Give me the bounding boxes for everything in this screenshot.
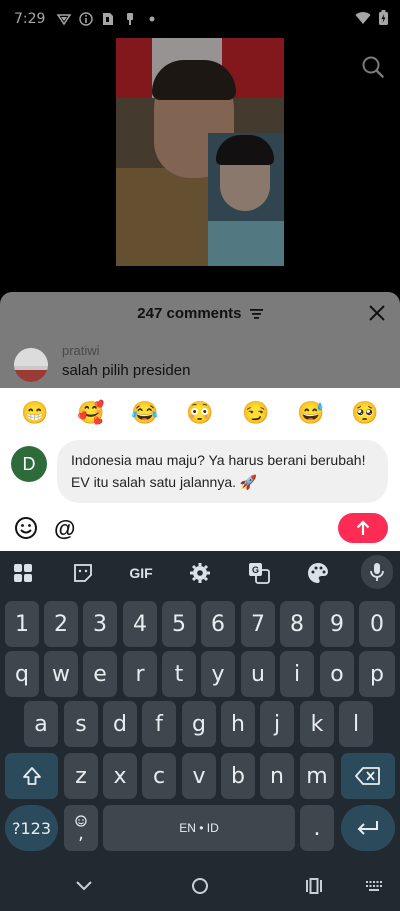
key-d[interactable]: d [103,701,137,747]
sticker-icon[interactable] [71,561,95,585]
emoji-button[interactable]: 🥰 [76,398,106,428]
user-avatar: D [11,446,47,482]
comma-label: , [78,823,84,844]
key-s[interactable]: s [64,701,98,747]
key-p[interactable]: p [359,651,395,697]
key-v[interactable]: v [182,753,216,799]
key-z[interactable]: z [64,753,98,799]
avatar-ground [14,370,48,382]
key-1[interactable]: 1 [5,601,39,647]
key-u[interactable]: u [241,651,275,697]
key-8[interactable]: 8 [280,601,314,647]
enter-key[interactable] [341,805,395,851]
space-key[interactable]: EN • ID [103,805,295,851]
svg-text:G: G [252,565,259,575]
key-n[interactable]: n [260,753,294,799]
key-l[interactable]: l [339,701,373,747]
avatar-sky [14,348,48,366]
avatar[interactable] [14,348,48,382]
comma-key[interactable]: , [64,805,98,851]
comment-text: salah pilih presiden [62,362,191,379]
key-4[interactable]: 4 [123,601,157,647]
key-x[interactable]: x [103,753,137,799]
enter-icon [357,821,378,835]
key-g[interactable]: g [182,701,216,747]
key-e[interactable]: e [83,651,117,697]
key-o[interactable]: o [320,651,354,697]
key-0[interactable]: 0 [359,601,395,647]
emoji-button[interactable]: 😏 [241,398,271,428]
key-r[interactable]: r [123,651,157,697]
key-3[interactable]: 3 [83,601,117,647]
key-f[interactable]: f [142,701,176,747]
settings-icon[interactable] [188,561,212,585]
shift-key[interactable] [5,753,58,799]
key-5[interactable]: 5 [162,601,196,647]
comments-sheet: 247 comments pratiwi salah pilih preside… [0,292,400,388]
comment-composer: 😁 🥰 😂 😳 😏 😅 🥺 D Indonesia mau maju? Ya h… [0,388,400,551]
mic-icon[interactable] [361,555,393,589]
key-6[interactable]: 6 [201,601,235,647]
emoji-button[interactable]: 😂 [130,398,160,428]
symbols-key[interactable]: ?123 [5,805,58,851]
keyboard-toolbar: GIF G [0,551,400,595]
shift-icon [22,767,41,785]
key-q[interactable]: q [5,651,39,697]
keyboard: GIF G 1 2 3 4 5 6 7 8 9 0 q w e r t y u … [0,551,400,851]
filter-icon[interactable] [249,306,263,323]
gif-button[interactable]: GIF [124,561,158,585]
home-icon[interactable] [190,877,210,895]
translate-icon[interactable]: G [247,561,271,585]
arrow-up-icon [356,520,370,535]
video-dim-overlay [0,0,400,292]
emoji-quick-bar: 😁 🥰 😂 😳 😏 😅 🥺 [0,398,400,428]
emoji-button[interactable]: 😅 [296,398,326,428]
key-i[interactable]: i [280,651,314,697]
key-7[interactable]: 7 [241,601,275,647]
send-button[interactable] [338,513,388,543]
key-t[interactable]: t [162,651,196,697]
navigation-bar [0,851,400,911]
emoji-button[interactable]: 😳 [185,398,215,428]
comments-count: 247 comments [137,305,242,322]
emoji-button[interactable]: 😁 [20,398,50,428]
recents-icon[interactable] [304,877,324,895]
apps-icon[interactable] [11,561,35,585]
comment-input[interactable]: Indonesia mau maju? Ya harus berani beru… [57,440,388,503]
mention-button[interactable]: @ [54,516,75,542]
key-c[interactable]: c [142,753,176,799]
key-a[interactable]: a [24,701,58,747]
period-key[interactable]: . [300,805,334,851]
emoji-picker-icon[interactable] [14,516,40,542]
key-9[interactable]: 9 [320,601,354,647]
key-h[interactable]: h [221,701,255,747]
key-b[interactable]: b [221,753,255,799]
keyboard-switch-icon[interactable] [364,877,384,895]
emoji-button[interactable]: 🥺 [350,398,380,428]
comment-username[interactable]: pratiwi [62,343,100,358]
key-k[interactable]: k [300,701,334,747]
comments-header: 247 comments [0,305,400,323]
palette-icon[interactable] [306,561,330,585]
key-j[interactable]: j [260,701,294,747]
key-2[interactable]: 2 [44,601,78,647]
backspace-icon [355,767,380,785]
key-y[interactable]: y [201,651,235,697]
key-w[interactable]: w [44,651,78,697]
key-m[interactable]: m [300,753,334,799]
close-icon[interactable] [368,304,386,322]
back-icon[interactable] [74,877,94,895]
backspace-key[interactable] [341,753,395,799]
